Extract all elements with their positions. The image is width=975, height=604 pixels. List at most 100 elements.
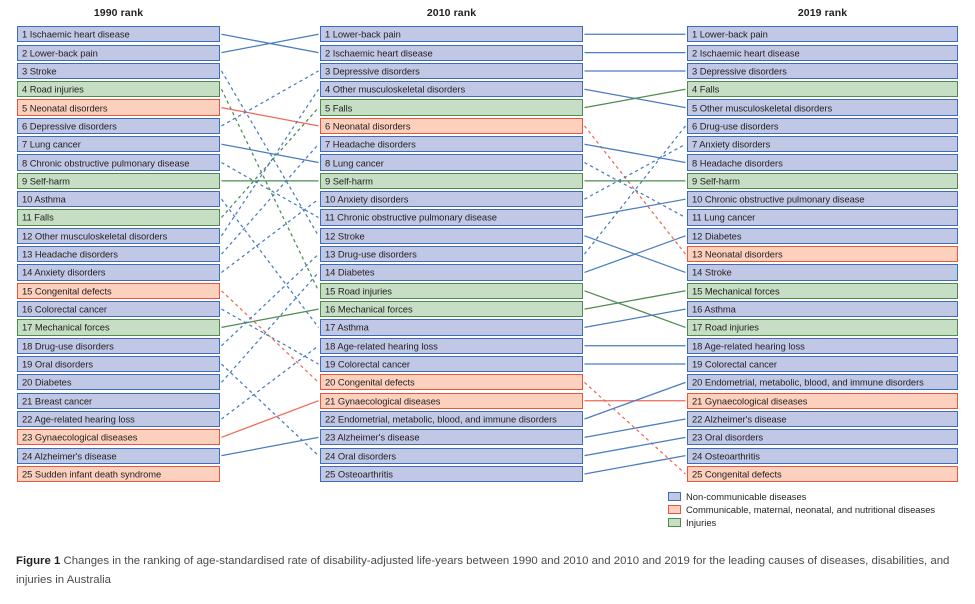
rank-box[interactable]: 4 Road injuries xyxy=(17,81,220,98)
rank-box[interactable]: 21 Gynaecological diseases xyxy=(687,392,958,409)
rank-box[interactable]: 16 Colorectal cancer xyxy=(17,301,220,318)
rank-box-label: 13 Headache disorders xyxy=(22,248,118,260)
rank-link xyxy=(221,143,319,255)
rank-box[interactable]: 20 Endometrial, metabolic, blood, and im… xyxy=(687,374,958,391)
rank-box[interactable]: 1 Ischaemic heart disease xyxy=(17,26,220,43)
rank-box[interactable]: 22 Endometrial, metabolic, blood, and im… xyxy=(320,410,583,428)
rank-box[interactable]: 10 Asthma xyxy=(17,191,220,208)
rank-box[interactable]: 20 Diabetes xyxy=(17,374,220,391)
rank-box[interactable]: 19 Colorectal cancer xyxy=(687,355,958,373)
rank-box[interactable]: 7 Lung cancer xyxy=(17,136,220,153)
rank-box[interactable]: 23 Gynaecological diseases xyxy=(17,429,220,446)
rank-box[interactable]: 24 Oral disorders xyxy=(320,447,583,464)
rank-box[interactable]: 25 Osteoarthritis xyxy=(320,465,583,483)
rank-box[interactable]: 8 Chronic obstructive pulmonary disease xyxy=(17,154,220,171)
rank-link xyxy=(220,88,320,292)
rank-box[interactable]: 12 Diabetes xyxy=(687,227,958,244)
rank-box[interactable]: 13 Drug-use disorders xyxy=(320,246,583,263)
rank-box[interactable]: 25 Congenital defects xyxy=(687,465,958,483)
rank-box-label: 6 Drug-use disorders xyxy=(692,120,779,132)
rank-box[interactable]: 15 Road injuries xyxy=(320,282,583,299)
rank-box-label: 11 Lung cancer xyxy=(692,211,756,223)
rank-box[interactable]: 21 Gynaecological diseases xyxy=(320,392,583,409)
rank-box[interactable]: 16 Asthma xyxy=(687,301,958,318)
rank-link xyxy=(221,436,319,457)
rank-box[interactable]: 1 Lower-back pain xyxy=(320,26,583,43)
rank-box[interactable]: 19 Oral disorders xyxy=(17,355,220,373)
rank-box[interactable]: 15 Mechanical forces xyxy=(687,282,958,299)
legend-swatch-icon xyxy=(668,518,681,528)
rank-box[interactable]: 5 Falls xyxy=(320,99,583,116)
rank-box-label: 19 Colorectal cancer xyxy=(325,358,410,370)
rank-box[interactable]: 23 Oral disorders xyxy=(687,429,958,446)
rank-box[interactable]: 17 Asthma xyxy=(320,319,583,336)
rank-box[interactable]: 2 Ischaemic heart disease xyxy=(687,44,958,61)
rank-link xyxy=(584,308,686,329)
rank-box[interactable]: 10 Chronic obstructive pulmonary disease xyxy=(687,191,958,208)
rank-box[interactable]: 2 Ischaemic heart disease xyxy=(320,44,583,61)
rank-box[interactable]: 14 Diabetes xyxy=(320,264,583,281)
rank-box[interactable]: 7 Headache disorders xyxy=(320,136,583,153)
rank-box-label: 10 Asthma xyxy=(22,193,66,205)
rank-box[interactable]: 15 Congenital defects xyxy=(17,282,220,299)
rank-box[interactable]: 22 Age-related hearing loss xyxy=(17,410,220,428)
legend-item: Injuries xyxy=(668,516,968,529)
rank-box[interactable]: 6 Drug-use disorders xyxy=(687,117,958,134)
rank-box[interactable]: 5 Other musculoskeletal disorders xyxy=(687,99,958,116)
rank-box[interactable]: 14 Anxiety disorders xyxy=(17,264,220,281)
rank-box[interactable]: 24 Alzheimer's disease xyxy=(17,447,220,464)
rank-box-label: 21 Gynaecological diseases xyxy=(325,394,441,406)
rank-box[interactable]: 4 Other musculoskeletal disorders xyxy=(320,81,583,98)
figure-container: 1990 rank 2010 rank 2019 rank 1 Ischaemic … xyxy=(0,0,975,604)
rank-box[interactable]: 8 Headache disorders xyxy=(687,154,958,171)
rank-box[interactable]: 23 Alzheimer's disease xyxy=(320,429,583,446)
rank-box[interactable]: 18 Age-related hearing loss xyxy=(320,337,583,354)
rank-box[interactable]: 7 Anxiety disorders xyxy=(687,136,958,153)
rank-link xyxy=(221,272,319,383)
legend-item: Non-communicable diseases xyxy=(668,490,968,503)
rank-box[interactable]: 24 Osteoarthritis xyxy=(687,447,958,464)
rank-box[interactable]: 17 Road injuries xyxy=(687,319,958,336)
rank-box[interactable]: 11 Chronic obstructive pulmonary disease xyxy=(320,209,583,226)
rank-box[interactable]: 18 Drug-use disorders xyxy=(17,337,220,354)
rank-box[interactable]: 2 Lower-back pain xyxy=(17,44,220,61)
rank-box-label: 3 Stroke xyxy=(22,65,57,77)
rank-box[interactable]: 8 Lung cancer xyxy=(320,154,583,171)
rank-box[interactable]: 6 Neonatal disorders xyxy=(320,117,583,134)
rank-box[interactable]: 1 Lower-back pain xyxy=(687,26,958,43)
rank-box[interactable]: 11 Falls xyxy=(17,209,220,226)
rank-box[interactable]: 25 Sudden infant death syndrome xyxy=(17,465,220,483)
rank-box[interactable]: 21 Breast cancer xyxy=(17,392,220,409)
rank-box[interactable]: 17 Mechanical forces xyxy=(17,319,220,336)
rank-box[interactable]: 16 Mechanical forces xyxy=(320,301,583,318)
rank-box[interactable]: 19 Colorectal cancer xyxy=(320,355,583,373)
rank-box[interactable]: 13 Headache disorders xyxy=(17,246,220,263)
rank-box[interactable]: 9 Self-harm xyxy=(320,172,583,189)
rank-box[interactable]: 12 Other musculoskeletal disorders xyxy=(17,227,220,244)
rank-box[interactable]: 11 Lung cancer xyxy=(687,209,958,226)
rank-box[interactable]: 4 Falls xyxy=(687,81,958,98)
legend-swatch-icon xyxy=(668,492,681,502)
rank-box[interactable]: 14 Stroke xyxy=(687,264,958,281)
rank-box[interactable]: 9 Self-harm xyxy=(687,172,958,189)
rank-box[interactable]: 20 Congenital defects xyxy=(320,374,583,391)
rank-box-label: 25 Congenital defects xyxy=(692,468,782,480)
rank-box[interactable]: 5 Neonatal disorders xyxy=(17,99,220,116)
rank-box[interactable]: 3 Depressive disorders xyxy=(320,62,583,80)
rank-box[interactable]: 10 Anxiety disorders xyxy=(320,191,583,208)
rank-box[interactable]: 22 Alzheimer's disease xyxy=(687,410,958,428)
rank-box[interactable]: 13 Neonatal disorders xyxy=(687,246,958,263)
rank-box[interactable]: 12 Stroke xyxy=(320,227,583,244)
rank-box-label: 4 Other musculoskeletal disorders xyxy=(325,83,466,95)
rank-box[interactable]: 6 Depressive disorders xyxy=(17,117,220,134)
rank-box-label: 25 Osteoarthritis xyxy=(325,468,393,480)
caption-label: Figure 1 xyxy=(16,555,61,567)
rank-box[interactable]: 3 Stroke xyxy=(17,62,220,80)
rank-box-label: 8 Lung cancer xyxy=(325,156,384,168)
rank-box[interactable]: 18 Age-related hearing loss xyxy=(687,337,958,354)
rank-box-label: 4 Falls xyxy=(692,83,720,95)
rank-box[interactable]: 9 Self-harm xyxy=(17,172,220,189)
rank-box[interactable]: 3 Depressive disorders xyxy=(687,62,958,80)
rank-box-label: 24 Osteoarthritis xyxy=(692,449,760,461)
rank-link xyxy=(584,290,686,310)
